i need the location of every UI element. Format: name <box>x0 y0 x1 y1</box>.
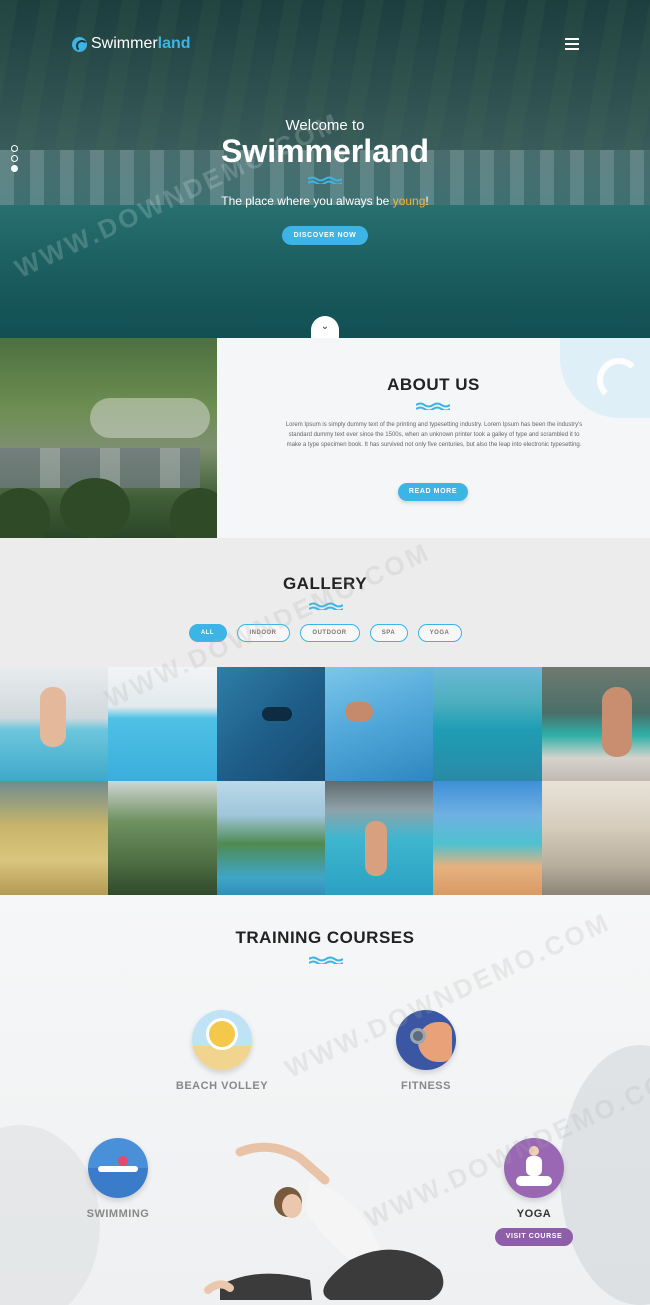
wave-divider-icon <box>309 956 343 964</box>
wave-divider-icon <box>308 176 342 184</box>
gallery-image-underwater-swimmer[interactable] <box>216 667 325 781</box>
course-beach-volley[interactable]: BEACH VOLLEY <box>172 1010 272 1092</box>
course-label: YOGA <box>516 1208 552 1220</box>
about-section: ABOUT US Lorem Ipsum is simply dummy tex… <box>217 338 650 538</box>
gallery-filters: ALL INDOOR OUTDOOR SPA YOGA <box>0 624 650 642</box>
read-more-button[interactable]: READ MORE <box>398 483 468 501</box>
gallery-image-jacuzzi[interactable] <box>0 781 109 895</box>
scroll-down-chevron-icon[interactable]: ⌄ <box>311 316 339 338</box>
filter-yoga[interactable]: YOGA <box>417 624 462 642</box>
logo-text-light: Swimmer <box>91 35 158 52</box>
logo-text-bold: land <box>157 35 191 52</box>
site-logo[interactable]: Swimmerland <box>72 35 191 53</box>
course-label: SWIMMING <box>86 1208 150 1220</box>
yoga-pose-icon <box>504 1138 564 1198</box>
filter-spa[interactable]: SPA <box>369 624 408 642</box>
course-label: BEACH VOLLEY <box>175 1080 269 1092</box>
logo-wave-icon <box>72 36 88 52</box>
wave-divider-icon <box>416 402 450 410</box>
about-body-text: Lorem Ipsum is simply dummy text of the … <box>285 422 583 448</box>
filter-all[interactable]: ALL <box>188 624 227 642</box>
gallery-section: GALLERY ALL INDOOR OUTDOOR SPA YOGA <box>0 538 650 667</box>
filter-outdoor[interactable]: OUTDOOR <box>299 624 360 642</box>
gallery-image-tropical-lagoon[interactable] <box>433 667 542 781</box>
stretching-woman-image <box>204 1142 444 1300</box>
about-waterpark-image <box>0 338 217 538</box>
hero-tagline: The place where you always be young! <box>0 194 650 208</box>
gallery-image-waterpark-aerial[interactable] <box>108 781 217 895</box>
tagline-suffix: ! <box>425 194 429 208</box>
course-label: FITNESS <box>401 1080 451 1092</box>
hamburger-menu-icon[interactable] <box>565 38 579 50</box>
tagline-highlight: young <box>392 194 426 208</box>
beach-volleyball-icon <box>192 1010 252 1070</box>
dumbbell-arm-icon <box>396 1010 456 1070</box>
hero-title: Swimmerland <box>220 133 430 169</box>
wave-divider-icon <box>309 602 343 610</box>
hero-welcome: Welcome to <box>285 117 365 134</box>
gallery-image-water-slide[interactable] <box>324 667 434 781</box>
swimmer-icon <box>88 1138 148 1198</box>
course-fitness[interactable]: FITNESS <box>376 1010 476 1092</box>
gallery-image-splash-girl[interactable] <box>324 781 434 895</box>
filter-indoor[interactable]: INDOOR <box>236 624 290 642</box>
gallery-image-outdoor-pool[interactable] <box>108 667 217 781</box>
training-title: TRAINING COURSES <box>235 928 415 947</box>
gallery-image-spa-woman[interactable] <box>0 667 109 781</box>
gallery-image-sauna[interactable] <box>541 781 650 895</box>
gallery-image-yoga-pool[interactable] <box>541 667 650 781</box>
gallery-image-palm-resort[interactable] <box>216 781 325 895</box>
course-yoga[interactable]: YOGA <box>484 1138 584 1220</box>
tagline-prefix: The place where you always be <box>221 194 393 208</box>
gallery-title: GALLERY <box>282 574 368 593</box>
about-title: ABOUT US <box>387 375 480 394</box>
course-swimming[interactable]: SWIMMING <box>68 1138 168 1220</box>
gallery-image-poolside-loungers[interactable] <box>433 781 542 895</box>
discover-now-button[interactable]: DISCOVER NOW <box>282 226 368 245</box>
hero-section: Swimmerland Welcome to Swimmerland The p… <box>0 0 650 338</box>
visit-course-button[interactable]: VISIT COURSE <box>495 1228 573 1246</box>
gallery-grid <box>0 667 650 895</box>
